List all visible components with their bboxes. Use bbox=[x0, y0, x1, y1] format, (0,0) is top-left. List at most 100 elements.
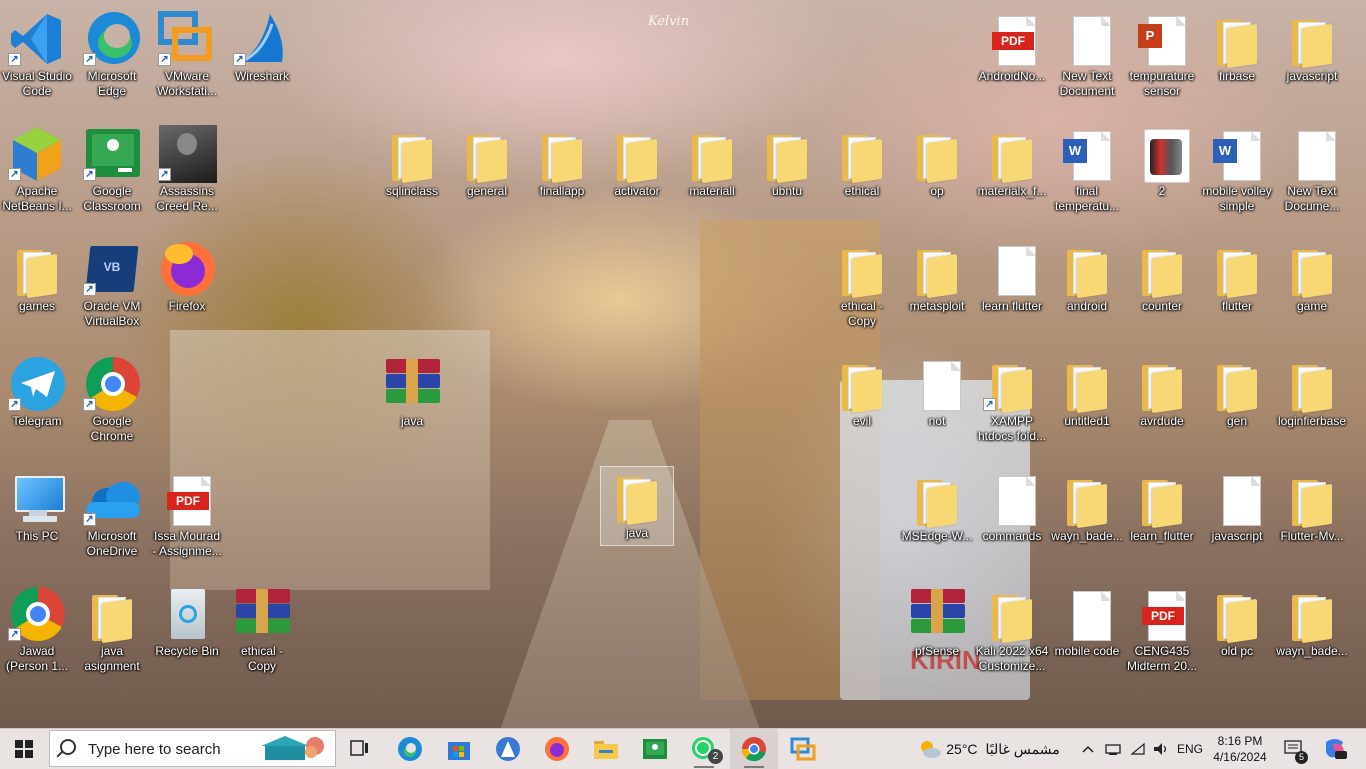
recycle-icon bbox=[157, 585, 217, 643]
start-button[interactable] bbox=[0, 729, 48, 769]
desktop-icon[interactable]: general bbox=[450, 125, 524, 235]
tray-volume[interactable] bbox=[1150, 729, 1172, 769]
taskbar-vmware[interactable] bbox=[779, 729, 827, 769]
desktop-icon[interactable]: avrdude bbox=[1125, 355, 1199, 465]
desktop-icon[interactable]: games bbox=[0, 240, 74, 350]
desktop-icon[interactable]: javascript bbox=[1200, 470, 1274, 580]
desktop-icon[interactable]: untitled1 bbox=[1050, 355, 1124, 465]
desktop-icon[interactable]: ↗ Microsoft OneDrive bbox=[75, 470, 149, 580]
desktop-icon[interactable]: Firefox bbox=[150, 240, 224, 350]
folder-icon bbox=[1282, 355, 1342, 414]
desktop-icon[interactable]: ↗ Wireshark bbox=[225, 10, 299, 120]
taskbar-google-classroom[interactable] bbox=[631, 729, 679, 769]
desktop-icon[interactable]: ↗ Assassins Creed Re... bbox=[150, 125, 224, 235]
taskbar-edge[interactable] bbox=[386, 729, 434, 769]
desktop-icon[interactable]: wayn_bade... bbox=[1275, 585, 1349, 695]
desktop-icon[interactable]: evil bbox=[825, 355, 899, 465]
desktop-icon[interactable]: ethical bbox=[825, 125, 899, 235]
desktop-icon[interactable]: ↗ Microsoft Edge bbox=[75, 10, 149, 120]
desktop-icon[interactable]: finallapp bbox=[525, 125, 599, 235]
desktop-icon[interactable]: java bbox=[600, 466, 674, 546]
desktop-icon[interactable]: ↗ Apache NetBeans I... bbox=[0, 125, 74, 235]
desktop-icon[interactable]: ethical - Copy bbox=[225, 585, 299, 695]
notification-center-button[interactable]: 5 bbox=[1280, 729, 1308, 769]
desktop-icon[interactable]: metasploit bbox=[900, 240, 974, 350]
desktop-icon[interactable]: commands bbox=[975, 470, 1049, 580]
desktop-icon[interactable]: mobile code bbox=[1050, 585, 1124, 695]
desktop-icon[interactable]: VB ↗ Oracle VM VirtualBox bbox=[75, 240, 149, 350]
desktop-icon[interactable]: loginfierbase bbox=[1275, 355, 1349, 465]
desktop-icon[interactable]: PDF AndroidNo... bbox=[975, 10, 1049, 120]
taskbar-firefox[interactable] bbox=[533, 729, 581, 769]
desktop-icon[interactable]: learn flutter bbox=[975, 240, 1049, 350]
speaker-icon bbox=[1154, 743, 1167, 755]
folder-icon bbox=[907, 240, 967, 299]
desktop-icon[interactable]: materiall bbox=[675, 125, 749, 235]
desktop-icon[interactable]: ethical - Copy bbox=[825, 240, 899, 350]
taskbar-search-box[interactable]: Type here to search bbox=[49, 730, 336, 767]
desktop-icon[interactable]: New Text Docume... bbox=[1275, 125, 1349, 235]
desktop-icon[interactable]: gen bbox=[1200, 355, 1274, 465]
taskbar-chrome[interactable] bbox=[730, 729, 778, 769]
desktop-icon[interactable]: New Text Document bbox=[1050, 10, 1124, 120]
desktop-icon[interactable]: pfSense bbox=[900, 585, 974, 695]
desktop-icon[interactable]: javascript bbox=[1275, 10, 1349, 120]
desktop-icon[interactable]: android bbox=[1050, 240, 1124, 350]
desktop-icon-label: mobile volley simple bbox=[1202, 184, 1272, 213]
desktop-icon[interactable]: sqlinclass bbox=[375, 125, 449, 235]
desktop-icon-label: New Text Document bbox=[1059, 69, 1115, 98]
desktop-icon[interactable]: counter bbox=[1125, 240, 1199, 350]
desktop-icon[interactable]: PDF Issa Mourad - Assignme... bbox=[150, 470, 224, 580]
desktop-icon[interactable]: This PC bbox=[0, 470, 74, 580]
desktop-icon[interactable]: ↗ Telegram bbox=[0, 355, 74, 465]
desktop[interactable]: KIRIN Kelvin ↗ Visual Studio Code ↗ Microso… bbox=[0, 0, 1366, 728]
desktop-icon-label: Assassins Creed Re... bbox=[156, 184, 218, 213]
taskbar-android-studio[interactable] bbox=[484, 729, 532, 769]
desktop-icon[interactable]: ↗ Google Classroom bbox=[75, 125, 149, 235]
desktop-icon[interactable]: ubntu bbox=[750, 125, 824, 235]
desktop-icon[interactable]: java asignment bbox=[75, 585, 149, 695]
desktop-icon[interactable]: MSEdge-W... bbox=[900, 470, 974, 580]
desktop-icon[interactable]: Recycle Bin bbox=[150, 585, 224, 695]
desktop-icon[interactable]: Flutter-Mv... bbox=[1275, 470, 1349, 580]
winrar-icon bbox=[382, 355, 442, 413]
taskbar: Type here to search 2 25°C مشمس غالبًا E… bbox=[0, 728, 1366, 769]
desktop-icon[interactable]: game bbox=[1275, 240, 1349, 350]
show-hidden-icons-button[interactable] bbox=[1078, 729, 1098, 769]
desktop-icon[interactable]: flutter bbox=[1200, 240, 1274, 350]
desktop-icon[interactable]: Ptempurature sensor bbox=[1125, 10, 1199, 120]
desktop-icon[interactable]: Wmobile volley simple bbox=[1200, 125, 1274, 235]
taskbar-microsoft-store[interactable] bbox=[435, 729, 483, 769]
desktop-icon[interactable]: old pc bbox=[1200, 585, 1274, 695]
desktop-icon[interactable]: Kali 2022 x64 Customize... bbox=[975, 585, 1049, 695]
desktop-icon[interactable]: ↗ XAMPP htdocs fold... bbox=[975, 355, 1049, 465]
desktop-icon[interactable]: ↗ VMware Workstati... bbox=[150, 10, 224, 120]
copilot-button[interactable] bbox=[1318, 729, 1352, 769]
desktop-icon[interactable]: java bbox=[375, 355, 449, 465]
desktop-icon[interactable]: materialx_f... bbox=[975, 125, 1049, 235]
desktop-icon-label: java bbox=[400, 414, 423, 428]
desktop-icon[interactable]: PDF CENG435 Midterm 20... bbox=[1125, 585, 1199, 695]
desktop-icon[interactable]: 2 bbox=[1125, 125, 1199, 235]
desktop-icon[interactable]: learn_flutter bbox=[1125, 470, 1199, 580]
desktop-icon[interactable]: ↗ Visual Studio Code bbox=[0, 10, 74, 120]
desktop-icon[interactable]: Wfinal temperatu... bbox=[1050, 125, 1124, 235]
desktop-icon-label: finallapp bbox=[539, 184, 585, 198]
taskbar-file-explorer[interactable] bbox=[582, 729, 630, 769]
desktop-icon[interactable]: op bbox=[900, 125, 974, 235]
tray-language[interactable]: ENG bbox=[1174, 729, 1206, 769]
tray-network-adapter[interactable] bbox=[1102, 729, 1124, 769]
folder-icon bbox=[1282, 585, 1342, 644]
task-view-button[interactable] bbox=[336, 729, 384, 769]
taskbar-weather[interactable]: 25°C مشمس غالبًا bbox=[914, 729, 1064, 769]
folder-icon bbox=[594, 741, 618, 759]
desktop-icon[interactable]: activator bbox=[600, 125, 674, 235]
tray-wifi[interactable] bbox=[1127, 729, 1149, 769]
desktop-icon[interactable]: ↗ Jawad (Person 1... bbox=[0, 585, 74, 695]
desktop-icon[interactable]: not bbox=[900, 355, 974, 465]
taskbar-whatsapp[interactable]: 2 bbox=[680, 729, 728, 769]
desktop-icon[interactable]: firbase bbox=[1200, 10, 1274, 120]
desktop-icon[interactable]: wayn_bade... bbox=[1050, 470, 1124, 580]
desktop-icon[interactable]: ↗ Google Chrome bbox=[75, 355, 149, 465]
tray-clock[interactable]: 8:16 PM 4/16/2024 bbox=[1208, 729, 1272, 769]
